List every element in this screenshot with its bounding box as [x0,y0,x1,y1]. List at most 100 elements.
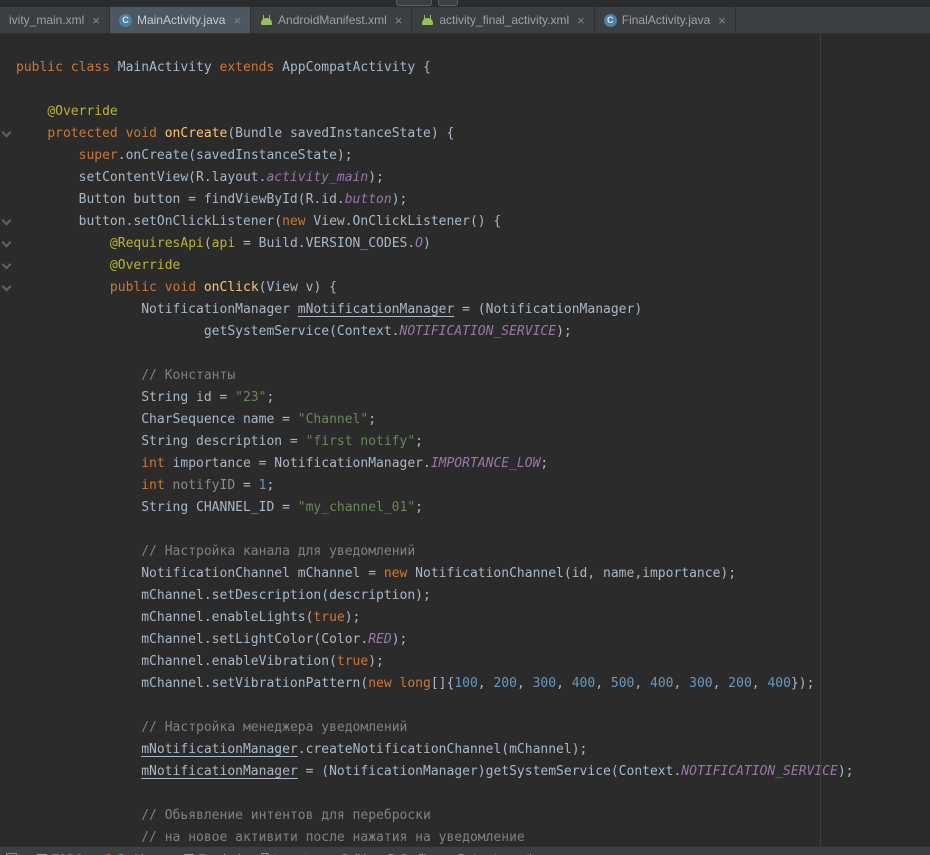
code-line[interactable]: int importance = NotificationManager.IMP… [16,453,930,475]
code-token: void [165,280,196,295]
tab-close-icon[interactable]: × [395,14,403,27]
code-line[interactable]: public void onClick(View v) { [16,277,930,299]
code-line[interactable]: NotificationManager mNotificationManager… [16,299,930,321]
fold-marker-icon[interactable] [2,260,12,270]
code-token: Button button = findViewById(R.id. [16,192,345,207]
code-token: ); [345,610,361,625]
fold-marker-icon[interactable] [2,282,12,292]
code-token: ); [838,764,854,779]
code-token [16,236,110,251]
code-line[interactable]: String CHANNEL_ID = "my_channel_01"; [16,497,930,519]
code-token: (Bundle savedInstanceState) { [227,126,454,141]
editor-tab-finalactivity-java[interactable]: CFinalActivity.java× [595,7,736,33]
code-line[interactable]: CharSequence name = "Channel"; [16,409,930,431]
code-line[interactable]: // Константы [16,365,930,387]
code-token: new [384,566,407,581]
fold-marker-icon[interactable] [2,238,12,248]
tab-close-icon[interactable]: × [92,14,100,27]
fold-marker-icon[interactable] [2,128,12,138]
code-line[interactable] [16,519,930,541]
tool-window-button-app-inspection[interactable]: App Inspection [446,847,554,855]
code-line[interactable]: mChannel.enableVibration(true); [16,651,930,673]
code-line[interactable]: int notifyID = 1; [16,475,930,497]
code-line[interactable]: @Override [16,101,930,123]
code-token [16,280,110,295]
code-line[interactable]: NotificationChannel mChannel = new Notif… [16,563,930,585]
code-line[interactable]: setContentView(R.layout.activity_main); [16,167,930,189]
code-line[interactable]: mChannel.setDescription(description); [16,585,930,607]
code-line[interactable]: // Настройка канала для уведомлений [16,541,930,563]
code-token [118,126,126,141]
code-area[interactable]: public class MainActivity extends AppCom… [16,57,930,846]
editor-tab-activity-final-activity-xml[interactable]: activity_final_activity.xml× [412,7,594,33]
code-token: extends [220,60,275,75]
editor-tab-bar: ivity_main.xml×CMainActivity.java×Androi… [0,7,930,34]
tool-window-button-todo[interactable]: TODO [27,847,94,855]
code-token [16,456,141,471]
editor-tab-ivity-main-xml[interactable]: ivity_main.xml× [0,7,110,33]
code-line[interactable]: mChannel.setLightColor(Color.RED); [16,629,930,651]
editor-tab-mainactivity-java[interactable]: CMainActivity.java× [110,7,251,33]
code-line[interactable]: button.setOnClickListener(new View.OnCli… [16,211,930,233]
tab-close-icon[interactable]: × [233,14,241,27]
tool-window-button-profiler[interactable]: Profiler [376,847,446,855]
code-line[interactable]: mChannel.setVibrationPattern(new long[]{… [16,673,930,695]
tab-close-icon[interactable]: × [577,14,585,27]
code-line[interactable]: mNotificationManager = (NotificationMana… [16,761,930,783]
code-token: String CHANNEL_ID = [16,500,298,515]
code-token: RED [368,632,391,647]
code-line[interactable]: getSystemService(Context.NOTIFICATION_SE… [16,321,930,343]
code-token: NotificationChannel(id, name,importance)… [407,566,736,581]
code-token: ); [556,324,572,339]
code-token [157,126,165,141]
code-token: onClick [204,280,259,295]
tool-window-button-logcat[interactable]: Logcat [251,847,317,855]
code-line[interactable]: // Обьявление интентов для переброски [16,805,930,827]
code-token: ; [415,500,423,515]
code-token [16,126,47,141]
code-line[interactable] [16,343,930,365]
code-token: 100 [454,676,477,691]
code-line[interactable]: Button button = findViewById(R.id.button… [16,189,930,211]
code-line[interactable]: String id = "23"; [16,387,930,409]
code-token: ( [204,236,212,251]
code-line[interactable] [16,79,930,101]
code-line[interactable]: @Override [16,255,930,277]
tab-close-icon[interactable]: × [718,14,726,27]
code-line[interactable]: mChannel.enableLights(true); [16,607,930,629]
code-token: ; [266,478,274,493]
fold-marker-icon[interactable] [2,216,12,226]
code-token: notifyID [173,478,236,493]
toolbar-widget[interactable] [396,0,432,6]
code-token: }); [791,676,814,691]
editor-tab-androidmanifest-xml[interactable]: AndroidManifest.xml× [251,7,412,33]
code-line[interactable]: // Настройка менеджера уведомлений [16,717,930,739]
code-token: "my_channel_01" [298,500,415,515]
code-line[interactable]: String description = "first notify"; [16,431,930,453]
code-line[interactable]: // на новое активити после нажатия на ув… [16,827,930,846]
main-toolbar-strip [0,0,930,7]
code-line[interactable]: @RequiresApi(api = Build.VERSION_CODES.O… [16,233,930,255]
code-token: , [634,676,650,691]
tool-window-button-terminal[interactable]: Terminal [174,847,251,855]
code-line[interactable]: protected void onCreate(Bundle savedInst… [16,123,930,145]
tool-window-button-build[interactable]: Build [317,847,376,855]
toolbar-widget[interactable] [438,0,458,6]
code-editor[interactable]: public class MainActivity extends AppCom… [0,34,930,846]
code-line[interactable]: public class MainActivity extends AppCom… [16,57,930,79]
code-token: super [79,148,118,163]
tool-window-buttons: TODOProblemsTerminalLogcatBuildProfilerA… [27,847,554,855]
code-line[interactable]: mNotificationManager.createNotificationC… [16,739,930,761]
code-token: "23" [235,390,266,405]
tool-window-button-problems[interactable]: Problems [94,847,174,855]
code-token: NOTIFICATION_SERVICE [400,324,557,339]
code-line[interactable]: super.onCreate(savedInstanceState); [16,145,930,167]
android-file-icon [421,14,434,27]
code-token: 200 [728,676,751,691]
tab-label: FinalActivity.java [622,13,710,27]
code-token: []{ [431,676,454,691]
code-token: MainActivity [110,60,220,75]
code-line[interactable] [16,695,930,717]
code-line[interactable] [16,783,930,805]
code-token [16,808,141,823]
